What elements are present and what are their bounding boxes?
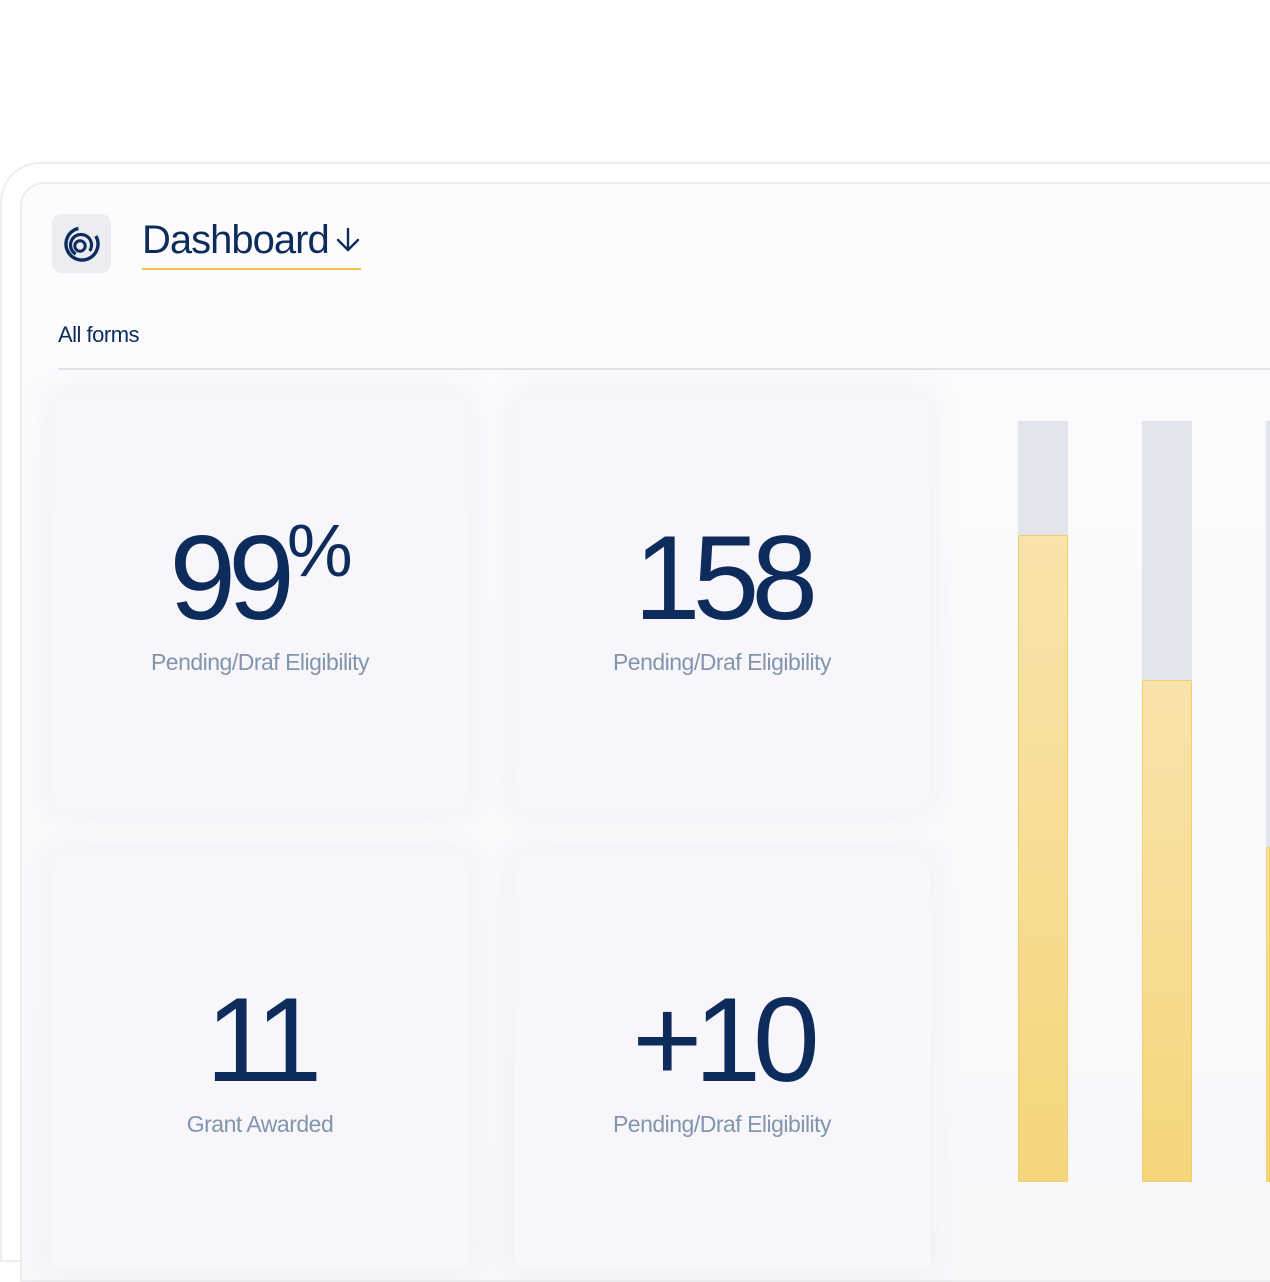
stat-value: 11 (205, 973, 323, 1107)
arrow-down-icon (335, 226, 361, 254)
stat-unit: % (286, 509, 353, 592)
bar-track (1142, 421, 1192, 1182)
bar-fill (1266, 847, 1270, 1182)
stat-value: 158 (633, 511, 818, 645)
bar-fill (1018, 535, 1068, 1182)
stat-value: +10 (632, 973, 820, 1107)
stat-label: Grant Awarded (186, 1111, 334, 1137)
stat-card-change[interactable]: +10 Pending/Draf Eligibility (514, 856, 930, 1270)
swirl-logo-icon (63, 225, 100, 262)
stat-label: Pending/Draf Eligibility (150, 649, 370, 675)
bar-fill (1142, 679, 1192, 1182)
stat-card-grants[interactable]: 11 Grant Awarded (52, 856, 468, 1270)
stat-card-completion[interactable]: 99% Pending/Draf Eligibility (52, 394, 468, 808)
bar-track (1266, 421, 1270, 1182)
bar-track (1018, 421, 1068, 1182)
dashboard-dropdown[interactable]: Dashboard (142, 212, 361, 270)
stat-label: Pending/Draf Eligibility (612, 649, 832, 675)
all-forms-label[interactable]: All forms (58, 322, 140, 348)
stat-value: 99% (169, 509, 352, 645)
page-title: Dashboard (142, 218, 330, 262)
divider (58, 368, 1270, 370)
logo[interactable] (52, 214, 111, 273)
stat-card-pending[interactable]: 158 Pending/Draf Eligibility (514, 394, 930, 808)
stat-label: Pending/Draf Eligibility (612, 1111, 832, 1137)
